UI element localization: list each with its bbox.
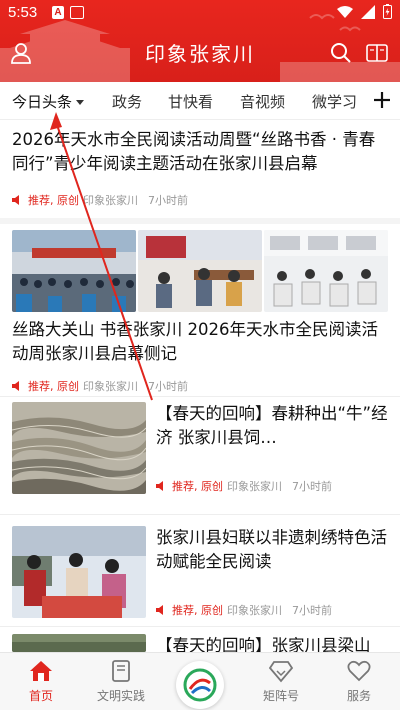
speaker-icon bbox=[156, 605, 163, 615]
speaker-icon bbox=[12, 381, 19, 391]
news-source: 印象张家川 bbox=[83, 380, 138, 393]
nav-label: 首页 bbox=[28, 689, 53, 703]
news-thumbnail bbox=[12, 634, 146, 652]
signal-icon bbox=[361, 4, 375, 19]
nav-service[interactable]: 服务 bbox=[324, 659, 394, 704]
news-title: 【春天的回响】春耕种出“牛”经济 张家川县饲… bbox=[156, 404, 388, 447]
nav-label: 矩阵号 bbox=[262, 689, 299, 703]
center-logo-button[interactable] bbox=[176, 661, 224, 709]
news-meta: 推荐, 原创 印象张家川 7小时前 bbox=[12, 192, 188, 208]
tab-micro-learning[interactable]: 微学习 bbox=[312, 91, 357, 112]
nav-label: 服务 bbox=[346, 689, 371, 703]
nav-home[interactable]: 首页 bbox=[6, 659, 76, 704]
app-header: 5:53 A 印象张家川 bbox=[0, 0, 400, 82]
chevron-down-icon bbox=[76, 100, 85, 105]
nav-label: 文明实践 bbox=[96, 689, 145, 703]
book-icon bbox=[112, 660, 130, 682]
divider bbox=[0, 218, 400, 224]
news-item[interactable]: 2026年天水市全民阅读活动周暨“丝路书香 · 青春同行”青少年阅读主题活动在张… bbox=[0, 128, 400, 176]
status-time: 5:53 bbox=[8, 4, 38, 21]
news-image bbox=[12, 230, 136, 312]
channel-tabs: 今日头条 政务 甘快看 音视频 微学习 bbox=[0, 82, 400, 120]
tab-headlines[interactable]: 今日头条 bbox=[12, 91, 85, 112]
news-source: 印象张家川 bbox=[227, 604, 282, 617]
news-source: 印象张家川 bbox=[227, 480, 282, 493]
diamond-icon bbox=[269, 661, 293, 683]
news-item[interactable]: 丝路大关山 书香张家川 2026年天水市全民阅读活动周张家川县启幕侧记 bbox=[0, 318, 400, 366]
news-thumbnail bbox=[12, 526, 146, 618]
news-item[interactable]: 【春天的回响】春耕种出“牛”经济 张家川县饲… 推荐, 原创 印象张家川 7小时… bbox=[12, 402, 388, 502]
news-meta: 推荐, 原创 印象张家川 7小时前 bbox=[156, 478, 332, 494]
tab-label: 今日头条 bbox=[12, 93, 73, 111]
notification-icon bbox=[70, 6, 84, 19]
search-icon[interactable] bbox=[330, 42, 352, 64]
news-meta: 推荐, 原创 印象张家川 7小时前 bbox=[156, 602, 332, 618]
news-image bbox=[264, 230, 388, 312]
tab-government[interactable]: 政务 bbox=[112, 91, 142, 112]
news-tags: 推荐, 原创 bbox=[172, 604, 223, 617]
status-bar: 5:53 A bbox=[0, 0, 400, 26]
news-image-group[interactable] bbox=[12, 230, 388, 312]
speaker-icon bbox=[156, 481, 163, 491]
add-channel-icon[interactable] bbox=[372, 88, 392, 112]
news-title: 2026年天水市全民阅读活动周暨“丝路书香 · 青春同行”青少年阅读主题活动在张… bbox=[12, 130, 376, 173]
news-meta: 推荐, 原创 印象张家川 7小时前 bbox=[12, 378, 188, 394]
bottom-navigation: 首页 文明实践 矩阵号 服务 bbox=[0, 652, 400, 710]
news-time: 7小时前 bbox=[148, 380, 188, 393]
news-source: 印象张家川 bbox=[83, 194, 138, 207]
news-title: 丝路大关山 书香张家川 2026年天水市全民阅读活动周张家川县启幕侧记 bbox=[12, 320, 378, 363]
divider bbox=[0, 626, 400, 627]
reading-icon[interactable] bbox=[366, 42, 388, 64]
news-image bbox=[138, 230, 262, 312]
news-tags: 推荐, 原创 bbox=[172, 480, 223, 493]
news-tags: 推荐, 原创 bbox=[28, 380, 79, 393]
divider bbox=[0, 396, 400, 397]
tab-gankuaikan[interactable]: 甘快看 bbox=[168, 91, 213, 112]
news-time: 7小时前 bbox=[292, 480, 332, 493]
notification-badge: A bbox=[52, 6, 64, 19]
news-tags: 推荐, 原创 bbox=[28, 194, 79, 207]
speaker-icon bbox=[12, 195, 19, 205]
divider bbox=[0, 514, 400, 515]
wifi-icon bbox=[337, 5, 353, 18]
heart-icon bbox=[347, 660, 371, 682]
news-time: 7小时前 bbox=[292, 604, 332, 617]
nav-civilization-practice[interactable]: 文明实践 bbox=[86, 659, 156, 704]
news-title: 张家川县妇联以非遗刺绣特色活动赋能全民阅读 bbox=[156, 528, 387, 571]
home-icon bbox=[30, 661, 52, 681]
tab-audio-video[interactable]: 音视频 bbox=[240, 91, 285, 112]
nav-matrix[interactable]: 矩阵号 bbox=[246, 659, 316, 704]
news-thumbnail bbox=[12, 402, 146, 494]
battery-icon bbox=[383, 4, 392, 19]
app-logo-icon bbox=[183, 668, 217, 702]
news-item[interactable]: 张家川县妇联以非遗刺绣特色活动赋能全民阅读 推荐, 原创 印象张家川 7小时前 bbox=[12, 526, 388, 626]
news-time: 7小时前 bbox=[148, 194, 188, 207]
